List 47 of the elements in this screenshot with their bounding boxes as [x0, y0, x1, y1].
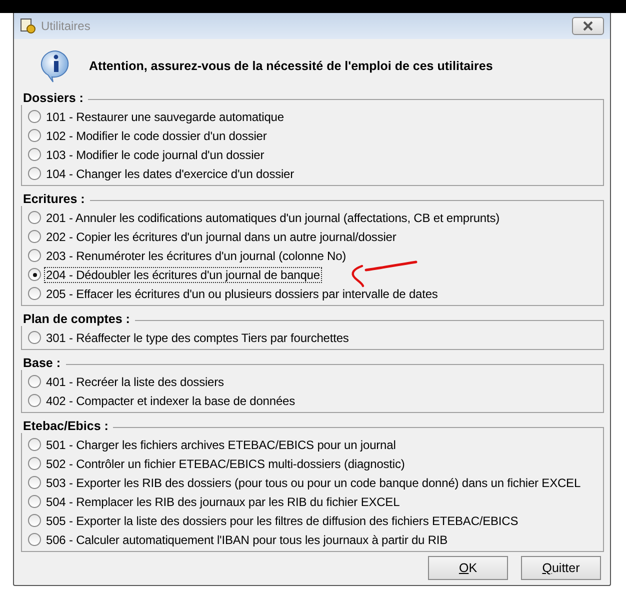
- option-label[interactable]: 203 - Renuméroter les écritures d'un journal (colonne No): [44, 248, 348, 264]
- group-title: Plan de comptes :: [21, 313, 135, 326]
- app-icon: [20, 18, 36, 34]
- radio-button[interactable]: [28, 514, 41, 527]
- option-label[interactable]: 402 - Compacter et indexer la base de données: [44, 392, 297, 408]
- window-title: Utilitaires: [41, 19, 90, 33]
- dialog-button[interactable]: OK: [428, 556, 508, 580]
- radio-button[interactable]: [28, 457, 41, 470]
- option-label[interactable]: 505 - Exporter la liste des dossiers pour les filtres de diffusion des fichiers ETEBAC/EBICS: [44, 512, 520, 528]
- option-label[interactable]: 503 - Exporter les RIB des dossiers (pour tous ou pour un code banque donné) dans un fichier EXCEL: [44, 474, 583, 490]
- option-label[interactable]: 504 - Remplacer les RIB des journaux par les RIB du fichier EXCEL: [44, 494, 402, 510]
- group-title: Base :: [21, 357, 66, 370]
- radio-button[interactable]: [28, 110, 41, 123]
- radio-button[interactable]: [28, 268, 41, 281]
- radio-button[interactable]: [28, 375, 41, 388]
- radio-button[interactable]: [28, 211, 41, 224]
- option-label[interactable]: 401 - Recréer la liste des dossiers: [44, 374, 226, 390]
- radio-button[interactable]: [28, 533, 41, 546]
- option-label[interactable]: 204 - Dédoubler les écritures d'un journal de banque: [44, 266, 322, 282]
- option-label[interactable]: 202 - Copier les écritures d'un journal dans un autre journal/dossier: [44, 228, 398, 244]
- radio-button[interactable]: [28, 476, 41, 489]
- option-label[interactable]: 102 - Modifier le code dossier d'un dossier: [44, 128, 269, 144]
- radio-button[interactable]: [28, 230, 41, 243]
- option-label[interactable]: 502 - Contrôler un fichier ETEBAC/EBICS multi-dossiers (diagnostic): [44, 456, 407, 472]
- option-label[interactable]: 506 - Calculer automatiquement l'IBAN pour tous les journaux à partir du RIB: [44, 532, 450, 548]
- radio-button[interactable]: [28, 249, 41, 262]
- radio-button[interactable]: [28, 287, 41, 300]
- option-label[interactable]: 104 - Changer les dates d'exercice d'un dossier: [44, 166, 296, 182]
- group-title: Dossiers :: [21, 92, 88, 105]
- warning-message: Attention, assurez-vous de la nécessité de l'emploi de ces utilitaires: [89, 59, 493, 73]
- radio-button[interactable]: [28, 394, 41, 407]
- radio-button[interactable]: [28, 148, 41, 161]
- option-label[interactable]: 101 - Restaurer une sauvegarde automatique: [44, 108, 286, 124]
- close-button[interactable]: [572, 17, 604, 35]
- dialog-button[interactable]: Quitter: [521, 556, 601, 580]
- radio-button[interactable]: [28, 331, 41, 344]
- option-label[interactable]: 103 - Modifier le code journal d'un dossier: [44, 146, 266, 162]
- group-title: Etebac/Ebics :: [21, 420, 114, 433]
- radio-button[interactable]: [28, 495, 41, 508]
- option-label[interactable]: 201 - Annuler les codifications automatiques d'un journal (affectations, CB et emprunts): [44, 210, 502, 226]
- radio-button[interactable]: [28, 438, 41, 451]
- option-label[interactable]: 501 - Charger les fichiers archives ETEBAC/EBICS pour un journal: [44, 436, 398, 452]
- radio-button[interactable]: [28, 167, 41, 180]
- group-title: Ecritures :: [21, 193, 90, 206]
- option-label[interactable]: 205 - Effacer les écritures d'un ou plusieurs dossiers par intervalle de dates: [44, 286, 440, 302]
- radio-button[interactable]: [28, 129, 41, 142]
- close-icon: [582, 21, 594, 31]
